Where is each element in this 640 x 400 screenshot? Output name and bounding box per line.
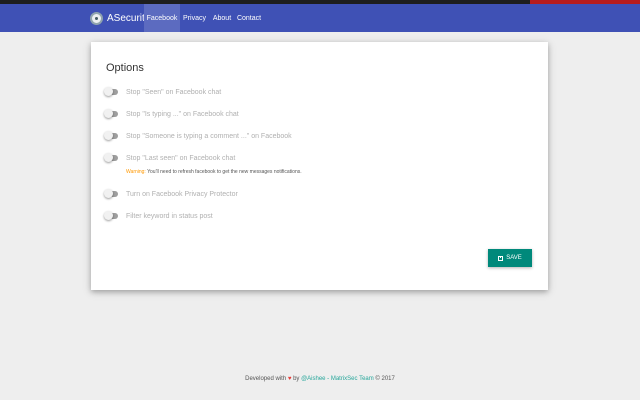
toggle-knob <box>104 131 113 140</box>
nav-link-facebook[interactable]: Facebook <box>144 4 180 32</box>
toggle-knob <box>104 189 113 198</box>
save-button[interactable]: SAVE <box>488 249 532 267</box>
navbar: ASecurity Facebook Privacy About Contact <box>0 4 640 32</box>
nav-links: Facebook Privacy About Contact <box>144 4 263 32</box>
option-label: Stop "Last seen" on Facebook chat <box>126 154 236 162</box>
toggle-switch-stop-typing[interactable] <box>104 109 118 118</box>
warning-text: You'll need to refresh facebook to get t… <box>147 169 302 175</box>
toggle-knob <box>104 87 113 96</box>
nav-link-about[interactable]: About <box>209 4 235 32</box>
option-stop-comment-typing: Stop "Someone is typing a comment ..." o… <box>104 131 292 141</box>
toggle-switch-stop-seen[interactable] <box>104 87 118 96</box>
option-label: Stop "Someone is typing a comment ..." o… <box>126 132 292 140</box>
toggle-switch-stop-comment-typing[interactable] <box>104 131 118 140</box>
footer-prefix: Developed with <box>245 376 287 382</box>
warning-prefix: Warning: <box>126 169 146 175</box>
footer-copyright: © 2017 <box>375 376 395 382</box>
options-card: Options Stop "Seen" on Facebook chat Sto… <box>91 42 548 290</box>
shield-logo-icon <box>90 11 103 25</box>
toggle-knob <box>104 211 113 220</box>
save-label: SAVE <box>506 255 522 261</box>
option-stop-last-seen: Stop "Last seen" on Facebook chat <box>104 153 235 163</box>
toggle-knob <box>104 153 113 162</box>
option-label: Filter keyword in status post <box>126 212 213 220</box>
nav-link-contact[interactable]: Contact <box>235 4 263 32</box>
refresh-warning: Warning: You'll need to refresh facebook… <box>126 169 302 175</box>
footer: Developed with ♥ by @Aishee - MatrixSec … <box>0 376 640 382</box>
footer-author-link[interactable]: @Aishee - MatrixSec Team <box>301 376 374 382</box>
option-label: Turn on Facebook Privacy Protector <box>126 190 238 198</box>
option-stop-typing: Stop "Is typing ..." on Facebook chat <box>104 109 239 119</box>
save-icon <box>498 255 504 261</box>
toggle-switch-privacy-protector[interactable] <box>104 189 118 198</box>
option-filter-keyword: Filter keyword in status post <box>104 211 213 221</box>
toggle-knob <box>104 109 113 118</box>
toggle-switch-filter-keyword[interactable] <box>104 211 118 220</box>
brand[interactable]: ASecurity <box>90 4 150 32</box>
footer-by: by <box>293 376 300 382</box>
options-title: Options <box>106 62 144 74</box>
option-stop-seen: Stop "Seen" on Facebook chat <box>104 87 221 97</box>
heart-icon: ♥ <box>287 376 292 382</box>
nav-link-privacy[interactable]: Privacy <box>180 4 209 32</box>
option-label: Stop "Seen" on Facebook chat <box>126 88 222 96</box>
toggle-switch-stop-last-seen[interactable] <box>104 153 118 162</box>
option-label: Stop "Is typing ..." on Facebook chat <box>126 110 239 118</box>
option-privacy-protector: Turn on Facebook Privacy Protector <box>104 189 238 199</box>
